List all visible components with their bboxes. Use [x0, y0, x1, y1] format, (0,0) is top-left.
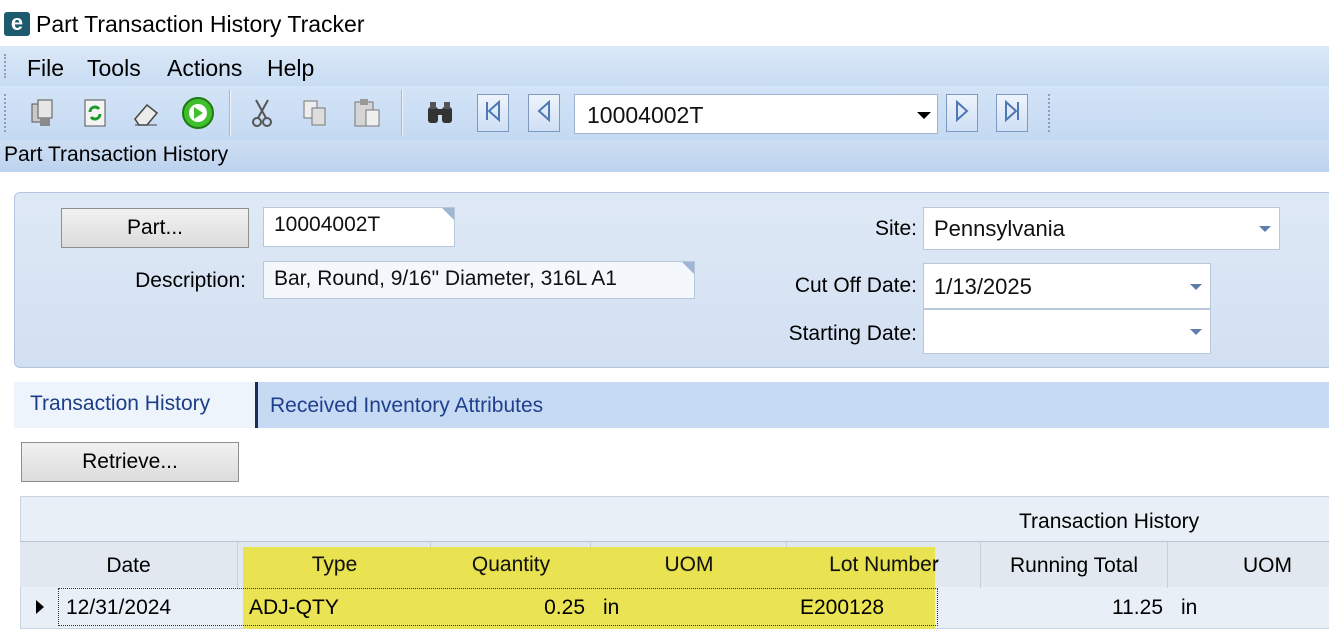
tab-received-inventory-attributes[interactable]: Received Inventory Attributes [254, 384, 614, 430]
next-record-icon [952, 99, 972, 128]
cell-running-total[interactable]: 11.25 [981, 589, 1163, 627]
first-record-icon [483, 99, 503, 128]
previous-record-icon [534, 99, 554, 128]
site-value: Pennsylvania [934, 216, 1065, 241]
window-title: Part Transaction History Tracker [36, 11, 365, 37]
section-title: Part Transaction History [4, 143, 229, 166]
description-value: Bar, Round, 9/16" Diameter, 316L A1 [274, 267, 617, 290]
previous-record-button[interactable] [528, 94, 560, 132]
menu-grip[interactable] [4, 54, 7, 78]
menu-help[interactable]: Help [267, 55, 314, 82]
find-icon[interactable] [423, 96, 457, 130]
description-field: Bar, Round, 9/16" Diameter, 316L A1 [263, 261, 695, 299]
toolbar-grip[interactable] [4, 94, 7, 132]
starting-date-label: Starting Date: [788, 322, 917, 345]
cutoff-date-picker[interactable]: 1/13/2025 [923, 263, 1211, 309]
cut-icon[interactable] [245, 96, 279, 130]
column-header-quantity-label: Quantity [471, 553, 551, 576]
last-record-icon [1002, 99, 1022, 128]
cell-uom-2[interactable]: in [1181, 589, 1197, 627]
column-header-lot-number-label: Lot Number [829, 553, 939, 576]
first-record-button[interactable] [477, 94, 509, 132]
title-bar: e Part Transaction History Tracker [0, 0, 1329, 46]
part-number-value: 10004002T [274, 213, 381, 236]
cell-date[interactable]: 12/31/2024 [66, 589, 171, 627]
retrieve-button[interactable]: Retrieve... [21, 442, 239, 482]
column-header-uom-label: UOM [664, 553, 714, 576]
part-number-field[interactable]: 10004002T [263, 207, 455, 247]
section-header: Part Transaction History [0, 140, 1329, 172]
field-corner-marker [682, 262, 694, 274]
chevron-down-icon[interactable] [917, 112, 931, 119]
site-dropdown[interactable]: Pennsylvania [923, 207, 1280, 250]
cell-uom[interactable]: in [603, 589, 619, 627]
eraser-icon[interactable] [129, 96, 163, 130]
chevron-down-icon[interactable] [1259, 226, 1271, 232]
menu-file[interactable]: File [27, 55, 64, 82]
refresh-icon[interactable] [78, 96, 112, 130]
column-header-uom-2[interactable]: UOM [1168, 542, 1329, 588]
part-lookup-button[interactable]: Part... [61, 208, 249, 248]
last-record-button[interactable] [996, 94, 1028, 132]
clipboard-icon[interactable] [350, 96, 384, 130]
cutoff-date-value: 1/13/2025 [934, 274, 1032, 299]
cell-type[interactable]: ADJ-QTY [249, 589, 339, 627]
next-record-button[interactable] [946, 94, 978, 132]
record-selector-value: 10004002T [587, 102, 704, 128]
chevron-down-icon[interactable] [1190, 329, 1202, 335]
column-header-type-label: Type [311, 553, 358, 576]
tab-strip: Transaction History Received Inventory A… [14, 382, 1329, 428]
menu-tools[interactable]: Tools [87, 55, 141, 82]
column-header-date[interactable]: Date [20, 542, 238, 588]
menu-actions[interactable]: Actions [167, 55, 242, 82]
starting-date-picker[interactable] [923, 309, 1211, 354]
toolbar-separator [401, 90, 403, 136]
app-logo-icon: e [4, 12, 30, 36]
cell-quantity[interactable]: 0.25 [431, 589, 585, 627]
copy-icon[interactable] [26, 96, 60, 130]
tab-transaction-history[interactable]: Transaction History [14, 382, 258, 428]
go-icon[interactable] [181, 96, 215, 130]
chevron-down-icon[interactable] [1190, 284, 1202, 290]
toolbar-separator [229, 90, 231, 136]
grid-caption: Transaction History [1019, 510, 1200, 533]
toolbar: 10004002T [0, 86, 1329, 140]
paste-copy-icon[interactable] [298, 96, 332, 130]
cutoff-date-label: Cut Off Date: [794, 274, 917, 297]
current-row-indicator-icon [36, 600, 44, 614]
record-selector[interactable]: 10004002T [574, 94, 938, 134]
description-label: Description: [135, 269, 246, 292]
menu-bar: File Tools Actions Help [0, 46, 1329, 86]
site-label: Site: [874, 217, 917, 240]
cell-lot-number[interactable]: E200128 [800, 589, 884, 627]
field-corner-marker [442, 208, 454, 220]
column-header-running-total[interactable]: Running Total [981, 542, 1168, 588]
toolbar-grip-end [1048, 94, 1051, 132]
